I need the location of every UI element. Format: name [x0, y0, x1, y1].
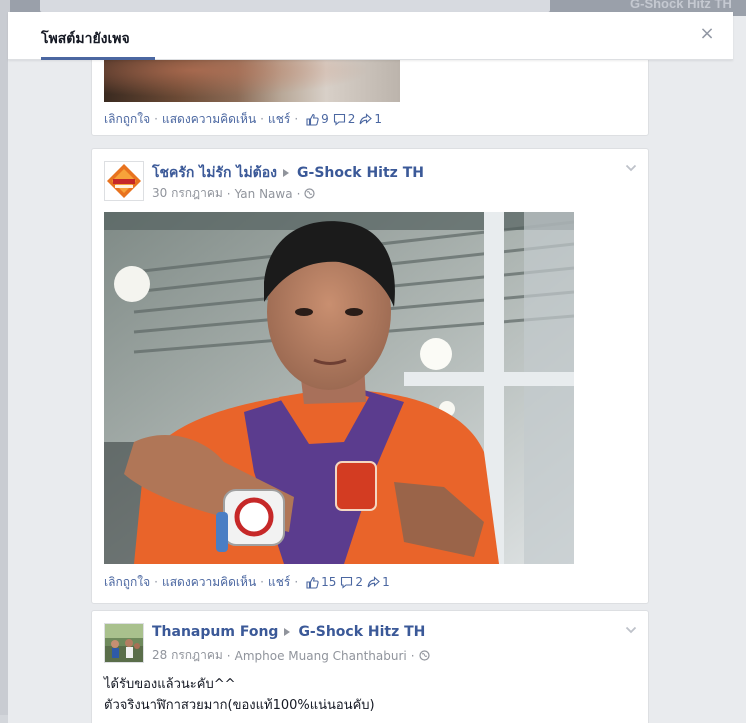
- thumbs-up-icon: [306, 576, 319, 589]
- comment-link[interactable]: แสดงความคิดเห็น: [162, 573, 256, 592]
- share-link[interactable]: แชร์: [268, 110, 290, 129]
- post-card: Thanapum Fong G-Shock Hitz TH 28 กรกฎาคม…: [91, 610, 649, 723]
- post-photo[interactable]: [104, 212, 574, 564]
- post-date[interactable]: 30 กรกฎาคม: [152, 184, 223, 203]
- likes-count[interactable]: 9: [306, 112, 329, 126]
- comment-bubble-icon: [333, 113, 345, 126]
- author-line: Thanapum Fong G-Shock Hitz TH: [152, 624, 425, 640]
- separator-dot: ·: [226, 186, 231, 201]
- avatar[interactable]: [104, 161, 144, 201]
- author-name[interactable]: Thanapum Fong: [152, 624, 278, 640]
- separator-dot: ·: [154, 575, 158, 589]
- post-header: โชครัก ไม่รัก ไม่ต้อง G-Shock Hitz TH 30…: [104, 161, 638, 203]
- avatar[interactable]: [104, 623, 144, 663]
- triangle-right-icon: [284, 628, 291, 636]
- comments-count-value: 2: [347, 112, 356, 126]
- post-card: โชครัก ไม่รัก ไม่ต้อง G-Shock Hitz TH 30…: [91, 148, 649, 604]
- unlike-link[interactable]: เลิกถูกใจ: [104, 573, 150, 592]
- separator-dot: ·: [296, 186, 301, 201]
- selfie-photo: [104, 212, 574, 564]
- background-page-title: G-Shock Hitz TH: [630, 0, 732, 11]
- tab-posts-to-page[interactable]: โพสต์มายังเพจ: [41, 12, 130, 60]
- post-date[interactable]: 28 กรกฎาคม: [152, 646, 223, 665]
- likes-count[interactable]: 15: [306, 575, 336, 589]
- post-body: ได้รับของแล้วนะคับ^^ ตัวจริงนาฬิกาสวยมาก…: [104, 674, 634, 716]
- post-location[interactable]: Amphoe Muang Chanthaburi: [235, 649, 407, 663]
- page-logo-icon: [105, 162, 143, 200]
- thumbs-up-icon: [306, 113, 319, 126]
- share-arrow-icon: [367, 575, 380, 587]
- active-tab-indicator: [41, 57, 155, 60]
- target-page-name[interactable]: G-Shock Hitz TH: [297, 165, 424, 181]
- post-card: เลิกถูกใจ · แสดงความคิดเห็น · แชร์ · 9 2…: [91, 60, 649, 136]
- unlike-link[interactable]: เลิกถูกใจ: [104, 110, 150, 129]
- likes-count-value: 15: [321, 575, 337, 589]
- comment-bubble-icon: [341, 576, 353, 589]
- dialog-header: โพสต์มายังเพจ ×: [8, 12, 733, 60]
- post-header: Thanapum Fong G-Shock Hitz TH 28 กรกฎาคม…: [104, 623, 638, 665]
- post-location[interactable]: Yan Nawa: [235, 187, 293, 201]
- post-photo[interactable]: [104, 60, 400, 102]
- shares-count-value: 1: [374, 112, 383, 126]
- chevron-down-icon[interactable]: [624, 161, 638, 175]
- comments-count[interactable]: 2: [340, 575, 363, 589]
- separator-dot: ·: [260, 575, 264, 589]
- shares-count[interactable]: 1: [367, 575, 390, 589]
- shares-count-value: 1: [382, 575, 390, 589]
- author-line: โชครัก ไม่รัก ไม่ต้อง G-Shock Hitz TH: [152, 162, 424, 184]
- post-meta: 28 กรกฎาคม · Amphoe Muang Chanthaburi ·: [152, 646, 430, 665]
- posts-feed: เลิกถูกใจ · แสดงความคิดเห็น · แชร์ · 9 2…: [8, 60, 733, 723]
- post-actions: เลิกถูกใจ · แสดงความคิดเห็น · แชร์ · 9 2…: [104, 110, 382, 128]
- background-search-bar: [40, 0, 550, 12]
- separator-dot: ·: [154, 112, 158, 126]
- profile-photo: [105, 624, 143, 662]
- separator-dot: ·: [260, 112, 264, 126]
- post-text-line: ได้รับของแล้วนะคับ^^: [104, 677, 236, 692]
- comments-count[interactable]: 2: [333, 112, 356, 126]
- post-text-line: ตัวจริงนาฬิกาสวยมาก(ของแท้100%แน่นอนคับ): [104, 698, 375, 713]
- post-meta: 30 กรกฎาคม · Yan Nawa ·: [152, 184, 316, 203]
- share-arrow-icon: [360, 112, 373, 124]
- post-actions: เลิกถูกใจ · แสดงความคิดเห็น · แชร์ · 15 …: [104, 573, 390, 591]
- globe-icon[interactable]: [418, 650, 430, 661]
- triangle-right-icon: [283, 169, 290, 177]
- posts-to-page-dialog: โพสต์มายังเพจ × เลิกถูกใจ · แสดงความคิดเ…: [8, 12, 733, 723]
- chevron-down-icon[interactable]: [624, 623, 638, 637]
- author-name[interactable]: โชครัก ไม่รัก ไม่ต้อง: [152, 162, 277, 184]
- comment-link[interactable]: แสดงความคิดเห็น: [162, 110, 256, 129]
- share-link[interactable]: แชร์: [268, 573, 290, 592]
- separator-dot: ·: [294, 575, 299, 589]
- separator-dot: ·: [226, 648, 231, 663]
- globe-icon[interactable]: [304, 188, 316, 199]
- shares-count[interactable]: 1: [359, 112, 382, 126]
- target-page-name[interactable]: G-Shock Hitz TH: [298, 624, 425, 640]
- comments-count-value: 2: [355, 575, 364, 589]
- likes-count-value: 9: [321, 112, 329, 126]
- separator-dot: ·: [410, 648, 415, 663]
- close-icon[interactable]: ×: [697, 24, 717, 44]
- separator-dot: ·: [294, 112, 299, 126]
